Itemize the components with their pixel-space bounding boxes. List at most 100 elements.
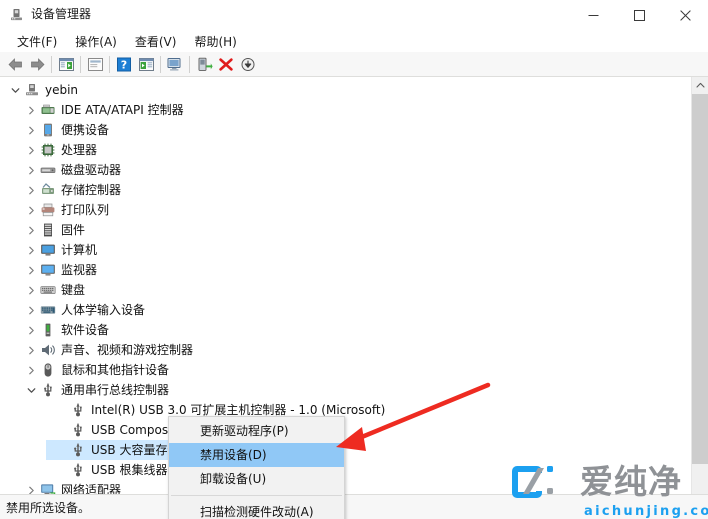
menu-help[interactable]: 帮助(H) (185, 31, 245, 52)
show-hide-console-tree-icon[interactable] (55, 54, 77, 75)
toolbar-separator (51, 55, 52, 73)
vertical-scrollbar[interactable] (691, 77, 708, 494)
tree-item-label: 计算机 (61, 243, 98, 257)
context-menu-item-uninstall-device[interactable]: 卸载设备(U) (169, 467, 344, 491)
forward-icon[interactable] (26, 54, 48, 75)
chevron-down-icon[interactable] (26, 385, 37, 396)
svg-text:?: ? (121, 58, 127, 71)
chevron-right-icon[interactable] (26, 285, 37, 296)
chevron-right-icon[interactable] (26, 485, 37, 495)
context-menu[interactable]: 更新驱动程序(P) 禁用设备(D) 卸载设备(U) 扫描检测硬件改动(A) (168, 416, 345, 519)
maximize-button[interactable] (616, 0, 662, 30)
uninstall-device-icon[interactable] (215, 54, 237, 75)
processor-icon (40, 142, 56, 158)
computer-monitor-icon (40, 242, 56, 258)
window-title: 设备管理器 (31, 7, 92, 21)
scan-hardware-changes-icon[interactable] (164, 54, 186, 75)
toolbar-separator (189, 55, 190, 73)
tree-item-label: 通用串行总线控制器 (61, 383, 170, 397)
tree-item-7[interactable]: 计算机 (0, 240, 692, 260)
device-manager-window: 设备管理器 文件(F) 操作(A) 查看(V) 帮助(H) ? yebin ID… (0, 0, 708, 519)
tree-root-node[interactable]: yebin (0, 80, 692, 100)
minimize-button[interactable] (570, 0, 616, 30)
tree-item-4[interactable]: 存储控制器 (0, 180, 692, 200)
scroll-up-button[interactable] (692, 77, 708, 94)
usb-icon (70, 422, 86, 438)
tree-item-10[interactable]: 人体学输入设备 (0, 300, 692, 320)
computer-icon (24, 82, 40, 98)
chevron-right-icon[interactable] (26, 225, 37, 236)
ide-controller-icon (40, 102, 56, 118)
back-icon[interactable] (4, 54, 26, 75)
storage-controller-icon (40, 182, 56, 198)
software-device-icon (40, 322, 56, 338)
tree-item-3[interactable]: 磁盘驱动器 (0, 160, 692, 180)
menu-action[interactable]: 操作(A) (66, 31, 126, 52)
status-bar-text: 禁用所选设备。 (6, 501, 91, 515)
tree-item-9[interactable]: 键盘 (0, 280, 692, 300)
context-menu-item-scan-hardware-changes[interactable]: 扫描检测硬件改动(A) (169, 500, 344, 519)
context-menu-separator (171, 495, 342, 496)
context-menu-item-update-driver[interactable]: 更新驱动程序(P) (169, 419, 344, 443)
chevron-right-icon[interactable] (26, 125, 37, 136)
watermark-logo-icon (511, 459, 571, 504)
tree-item-2[interactable]: 处理器 (0, 140, 692, 160)
tree-item-14[interactable]: 通用串行总线控制器 (0, 380, 692, 400)
watermark-row: 爱纯净 (511, 459, 708, 504)
device-tree: yebin IDE ATA/ATAPI 控制器 便携设备处理器磁盘驱动器存储控制器… (0, 80, 692, 494)
tree-item-label: 磁盘驱动器 (61, 163, 122, 177)
tree-item-17[interactable]: USB 大容量存储设备 (0, 440, 692, 460)
tree-item-15[interactable]: Intel(R) USB 3.0 可扩展主机控制器 - 1.0 (Microso… (0, 400, 692, 420)
toolbar-separator (109, 55, 110, 73)
chevron-down-icon[interactable] (10, 85, 21, 96)
chevron-right-icon[interactable] (26, 345, 37, 356)
toolbar-separator (80, 55, 81, 73)
chevron-right-icon[interactable] (26, 265, 37, 276)
scroll-thumb[interactable] (692, 94, 708, 464)
tree-item-6[interactable]: 固件 (0, 220, 692, 240)
menu-bar: 文件(F) 操作(A) 查看(V) 帮助(H) (0, 30, 708, 52)
context-menu-item-disable-device[interactable]: 禁用设备(D) (169, 443, 344, 467)
help-icon[interactable]: ? (113, 54, 135, 75)
tree-item-label: 打印队列 (61, 203, 110, 217)
disable-device-icon[interactable] (237, 54, 259, 75)
tree-item-1[interactable]: 便携设备 (0, 120, 692, 140)
update-driver-icon[interactable] (193, 54, 215, 75)
tree-root-label: yebin (45, 83, 79, 97)
disk-drive-icon (40, 162, 56, 178)
show-hide-action-pane-icon[interactable] (135, 54, 157, 75)
tree-item-label: 监视器 (61, 263, 98, 277)
chevron-right-icon[interactable] (26, 105, 37, 116)
chevron-right-icon[interactable] (26, 185, 37, 196)
tree-item-label: 存储控制器 (61, 183, 122, 197)
tree-item-label: 处理器 (61, 143, 98, 157)
title-bar-left: 设备管理器 (9, 7, 91, 22)
chevron-right-icon[interactable] (26, 325, 37, 336)
firmware-icon (40, 222, 56, 238)
tree-item-label: 软件设备 (61, 323, 110, 337)
tree-item-16[interactable]: USB Composite Device (0, 420, 692, 440)
close-button[interactable] (662, 0, 708, 30)
properties-icon[interactable] (84, 54, 106, 75)
device-manager-icon (9, 7, 24, 22)
usb-icon (70, 462, 86, 478)
chevron-right-icon[interactable] (26, 365, 37, 376)
menu-view[interactable]: 查看(V) (126, 31, 186, 52)
tree-item-5[interactable]: 打印队列 (0, 200, 692, 220)
chevron-right-icon[interactable] (26, 205, 37, 216)
tree-item-13[interactable]: 鼠标和其他指针设备 (0, 360, 692, 380)
tree-item-12[interactable]: 声音、视频和游戏控制器 (0, 340, 692, 360)
chevron-right-icon[interactable] (26, 165, 37, 176)
chevron-right-icon[interactable] (26, 245, 37, 256)
tree-item-0[interactable]: IDE ATA/ATAPI 控制器 (0, 100, 692, 120)
tree-item-11[interactable]: 软件设备 (0, 320, 692, 340)
chevron-right-icon[interactable] (26, 145, 37, 156)
chevron-right-icon[interactable] (26, 305, 37, 316)
device-tree-pane[interactable]: yebin IDE ATA/ATAPI 控制器 便携设备处理器磁盘驱动器存储控制器… (0, 77, 708, 494)
title-bar: 设备管理器 (0, 0, 708, 30)
menu-file[interactable]: 文件(F) (8, 31, 66, 52)
tree-item-8[interactable]: 监视器 (0, 260, 692, 280)
